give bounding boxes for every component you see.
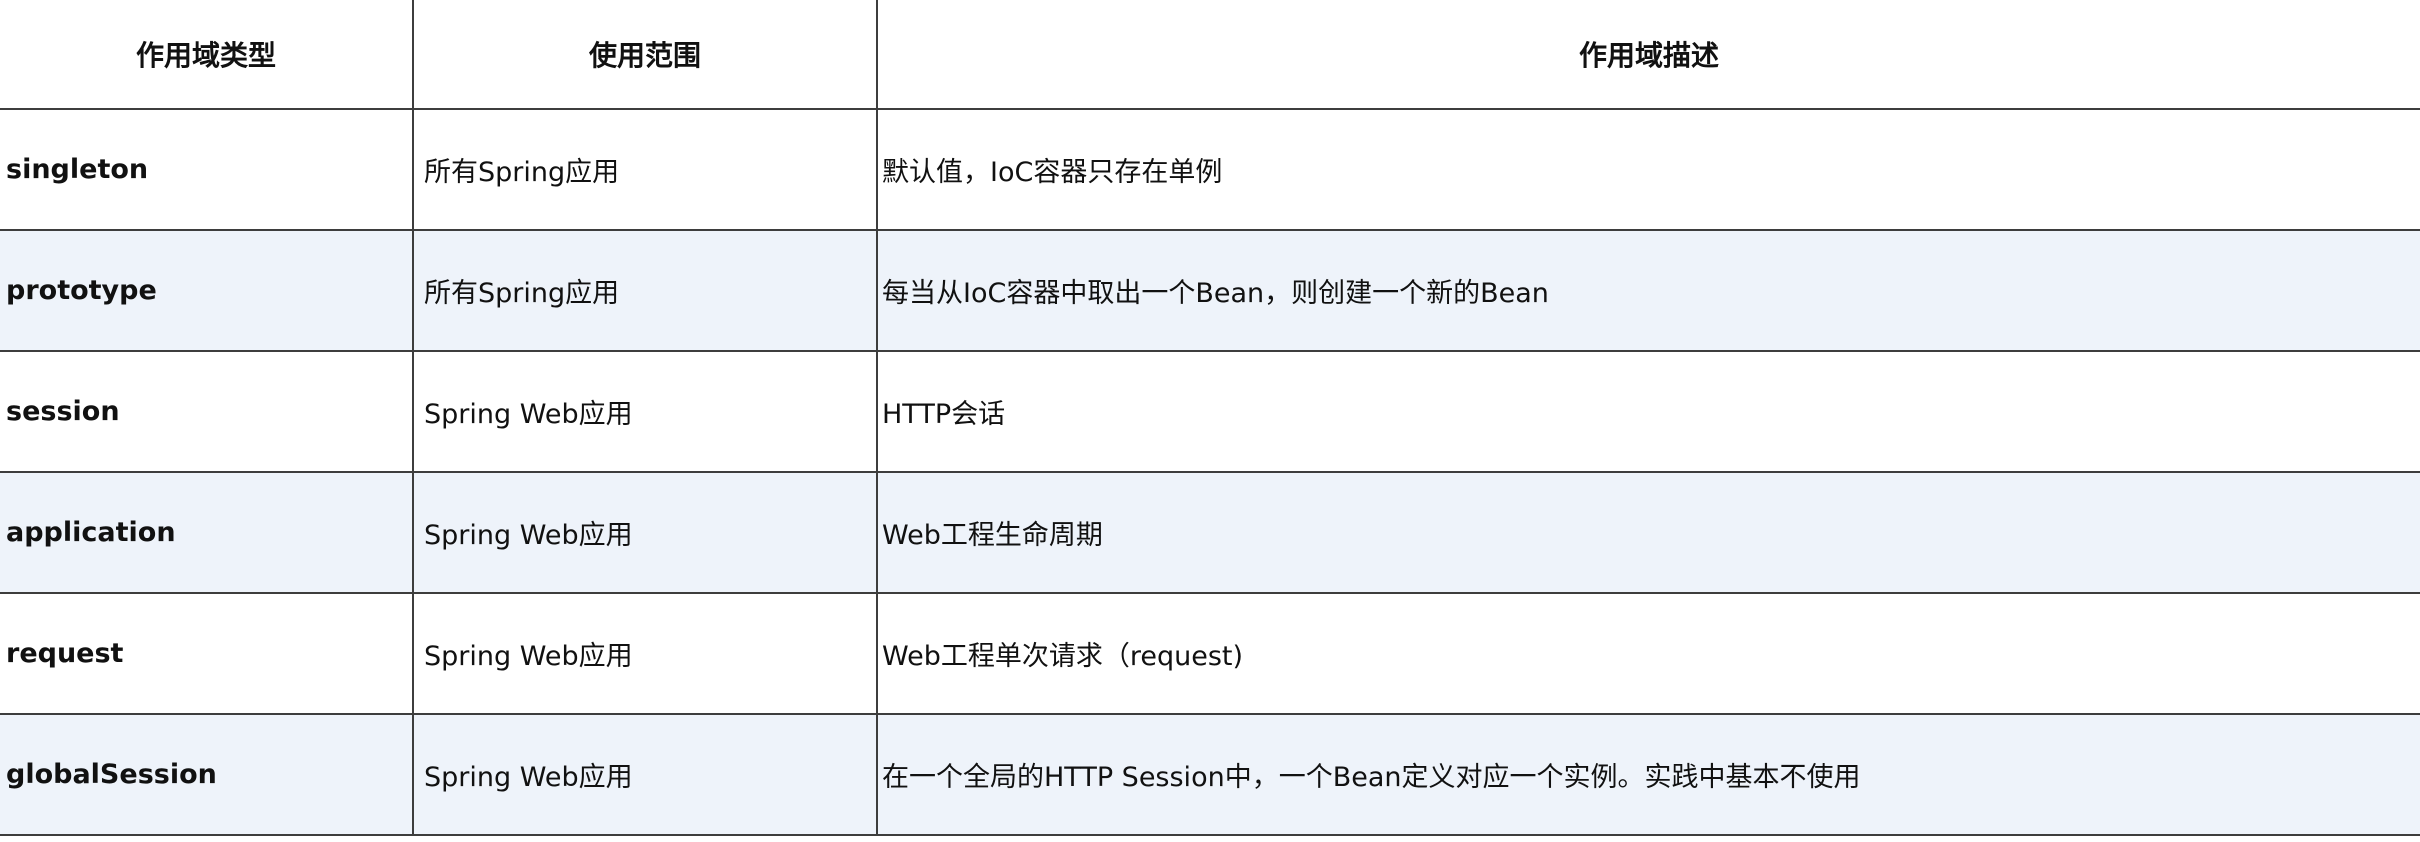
scope-description-cell: Web工程生命周期 — [876, 471, 2420, 594]
table-row: application Spring Web应用 Web工程生命周期 — [0, 471, 2420, 594]
table-header-row: 作用域类型 使用范围 作用域描述 — [0, 0, 2420, 110]
scope-description-cell: Web工程单次请求（request) — [876, 592, 2420, 715]
header-scope-description: 作用域描述 — [876, 0, 2420, 110]
scope-description-cell: 每当从IoC容器中取出一个Bean，则创建一个新的Bean — [876, 229, 2420, 352]
table-row: globalSession Spring Web应用 在一个全局的HTTP Se… — [0, 713, 2420, 836]
page: 作用域类型 使用范围 作用域描述 singleton 所有Spring应用 默认… — [0, 0, 2420, 842]
usage-range-cell: Spring Web应用 — [412, 350, 878, 473]
header-usage-range: 使用范围 — [412, 0, 878, 110]
scope-type-cell: application — [0, 471, 414, 594]
table-row: session Spring Web应用 HTTP会话 — [0, 350, 2420, 473]
scope-type-cell: prototype — [0, 229, 414, 352]
bean-scope-table: 作用域类型 使用范围 作用域描述 singleton 所有Spring应用 默认… — [0, 0, 2420, 836]
table-row: request Spring Web应用 Web工程单次请求（request) — [0, 592, 2420, 715]
scope-type-cell: session — [0, 350, 414, 473]
scope-description-cell: HTTP会话 — [876, 350, 2420, 473]
scope-type-cell: globalSession — [0, 713, 414, 836]
header-scope-type: 作用域类型 — [0, 0, 414, 110]
scope-type-cell: request — [0, 592, 414, 715]
scope-type-cell: singleton — [0, 108, 414, 231]
table-row: prototype 所有Spring应用 每当从IoC容器中取出一个Bean，则… — [0, 229, 2420, 352]
usage-range-cell: Spring Web应用 — [412, 713, 878, 836]
usage-range-cell: 所有Spring应用 — [412, 108, 878, 231]
table-row: singleton 所有Spring应用 默认值，IoC容器只存在单例 — [0, 108, 2420, 231]
scope-description-cell: 默认值，IoC容器只存在单例 — [876, 108, 2420, 231]
usage-range-cell: Spring Web应用 — [412, 471, 878, 594]
scope-description-cell: 在一个全局的HTTP Session中，一个Bean定义对应一个实例。实践中基本… — [876, 713, 2420, 836]
usage-range-cell: Spring Web应用 — [412, 592, 878, 715]
usage-range-cell: 所有Spring应用 — [412, 229, 878, 352]
